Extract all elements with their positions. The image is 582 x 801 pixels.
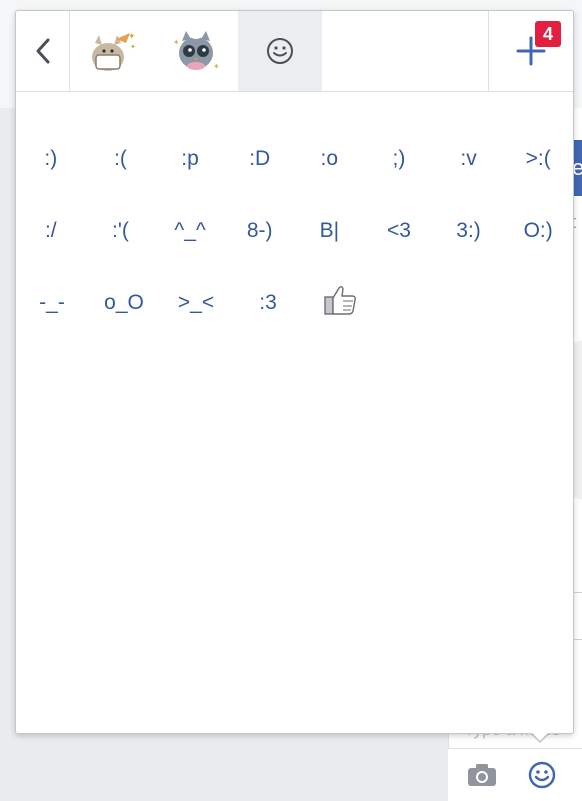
emoticon-heart[interactable]: <3 xyxy=(364,219,434,243)
smiley-icon xyxy=(267,38,293,64)
emoticon-frown[interactable]: :( xyxy=(86,147,156,171)
popup-arrow-inner xyxy=(529,730,551,741)
emoticon-cry[interactable]: :'( xyxy=(86,219,156,243)
emoji-button[interactable] xyxy=(524,758,560,792)
tab-sticker-pack-cat[interactable]: ✦ ✦ xyxy=(70,11,154,91)
emoticon-grumpy[interactable]: >:( xyxy=(503,147,573,171)
svg-text:✦: ✦ xyxy=(173,38,180,47)
emoticon-like[interactable] xyxy=(304,284,376,322)
tab-sticker-pack-owl[interactable]: ✦ ✦ xyxy=(154,11,238,91)
emoticon-glasses[interactable]: 8-) xyxy=(225,219,295,243)
camera-button[interactable] xyxy=(464,760,500,790)
emoticon-tongue[interactable]: :p xyxy=(155,147,225,171)
chevron-left-icon xyxy=(36,38,49,64)
tab-emoji[interactable] xyxy=(238,11,322,91)
svg-text:✦: ✦ xyxy=(213,62,220,71)
tabs-spacer xyxy=(322,11,489,91)
emoticon-confused[interactable]: o_O xyxy=(88,291,160,315)
emoticon-devil[interactable]: 3:) xyxy=(434,219,504,243)
emoticon-row: :) :( :p :D :o ;) :v >:( xyxy=(16,123,573,195)
emoticon-upset[interactable]: >_< xyxy=(160,291,232,315)
emoticon-grid: :) :( :p :D :o ;) :v >:( :/ :'( ^_^ 8-) … xyxy=(16,123,573,339)
emoticon-row: :/ :'( ^_^ 8-) B| <3 3:) O:) xyxy=(16,195,573,267)
back-tab[interactable] xyxy=(16,11,70,91)
cat-sticker-icon: ✦ ✦ xyxy=(92,32,136,71)
like-thumb-icon xyxy=(324,286,356,315)
emoticon-wink[interactable]: ;) xyxy=(364,147,434,171)
emoticon-angel[interactable]: O:) xyxy=(503,219,573,243)
emoticon-pacman[interactable]: :v xyxy=(434,147,504,171)
emoticon-kiki[interactable]: ^_^ xyxy=(155,219,225,243)
emoticon-squint[interactable]: -_- xyxy=(16,291,88,315)
camera-icon xyxy=(468,764,496,786)
smiley-icon xyxy=(528,761,556,789)
emoticon-grin[interactable]: :D xyxy=(225,147,295,171)
svg-text:✦: ✦ xyxy=(130,43,136,51)
emoticon-row: -_- o_O >_< :3 xyxy=(16,267,573,339)
notification-badge: 4 xyxy=(533,19,563,49)
emoticon-smile[interactable]: :) xyxy=(16,147,86,171)
emoticon-sunglasses[interactable]: B| xyxy=(295,219,365,243)
add-sticker-button[interactable]: 4 xyxy=(489,11,573,91)
svg-text:✦: ✦ xyxy=(128,32,136,42)
emoji-popup: ✦ ✦ ✦ ✦ 4:):(:p:D:o ;):v >:(:/:'… xyxy=(15,10,574,734)
owl-sticker-icon: ✦ ✦ xyxy=(173,31,220,71)
emoticon-unsure[interactable]: :/ xyxy=(16,219,86,243)
emoticon-gasp[interactable]: :o xyxy=(295,147,365,171)
sticker-tabs: ✦ ✦ ✦ ✦ 4 xyxy=(16,11,573,92)
emoticon-colonthree[interactable]: :3 xyxy=(232,291,304,315)
